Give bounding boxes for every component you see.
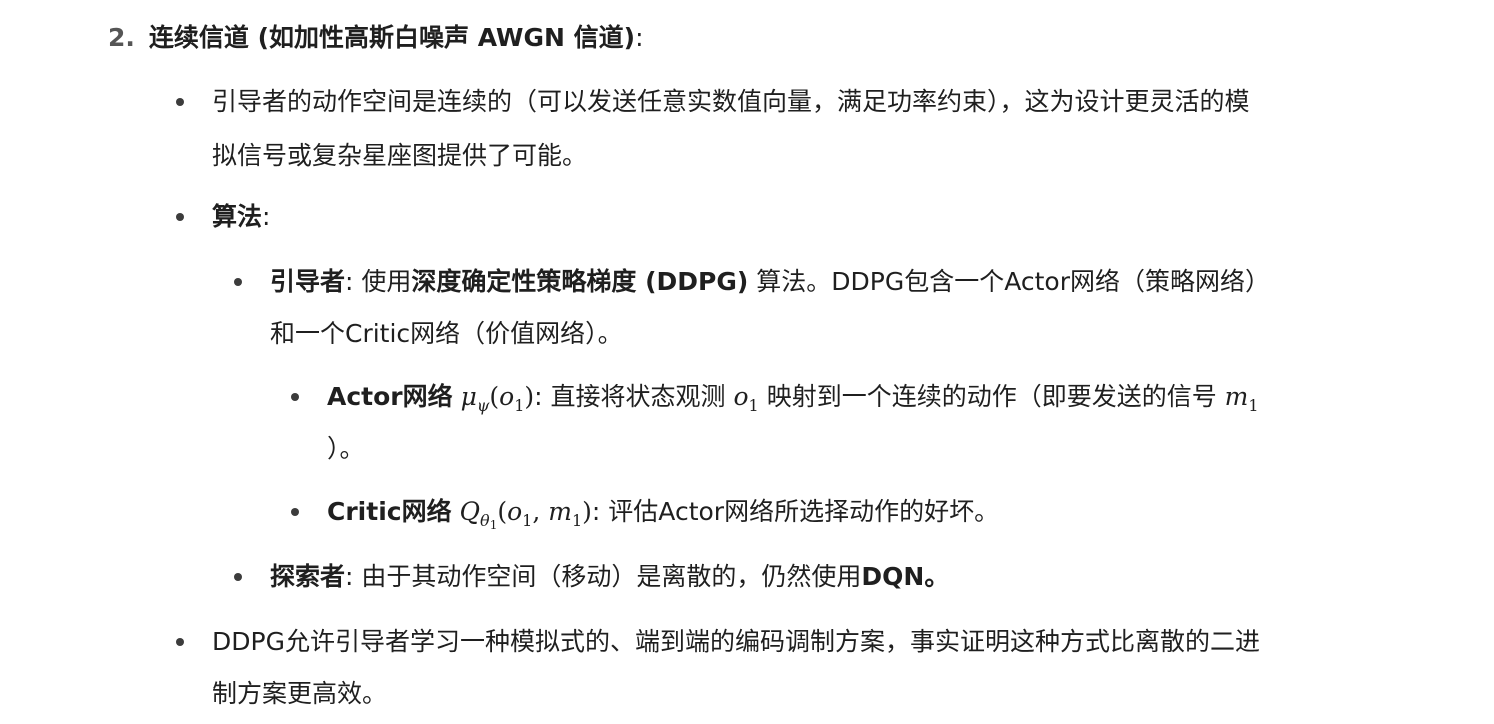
guide-label: 引导者 (270, 267, 346, 296)
guide-colon: : 使用 (345, 267, 412, 296)
actor-line1: Actor网络 μψ(o1): 直接将状态观测 o1 映射到一个连续的动作（即要… (327, 379, 1259, 415)
explorer-text: : 由于其动作空间（移动）是离散的，仍然使用 (345, 562, 862, 591)
sub-bullet-dot (234, 278, 242, 286)
guide-line1: 引导者: 使用深度确定性策略梯度 (DDPG) 算法。DDPG包含一个Actor… (270, 264, 1270, 300)
document-body: 2. 连续信道 (如加性高斯白噪声 AWGN 信道): 引导者的动作空间是连续的… (0, 0, 1494, 724)
section-number: 2. (108, 23, 135, 52)
explorer-line: 探索者: 由于其动作空间（移动）是离散的，仍然使用DQN。 (270, 559, 949, 595)
guide-line2: 和一个Critic网络（价值网络）。 (270, 319, 623, 348)
critic-label: Critic网络 (327, 497, 452, 526)
section-heading: 2. 连续信道 (如加性高斯白噪声 AWGN 信道): (108, 20, 644, 56)
critic-line: Critic网络 Qθ1(o1, m1): 评估Actor网络所选择动作的好坏。 (327, 494, 1000, 532)
bullet-continuous-line2: 拟信号或复杂星座图提供了可能。 (212, 141, 588, 170)
bullet-continuous-line1: 引导者的动作空间是连续的（可以发送任意实数值向量，满足功率约束），这为设计更灵活… (212, 87, 1250, 116)
bullet-dot (176, 98, 184, 106)
critic-formula: Qθ1(o1, m1) (459, 497, 592, 532)
actor-formula: μψ(o1) (460, 382, 535, 415)
critic-text: : 评估Actor网络所选择动作的好坏。 (591, 497, 1000, 526)
algorithm-colon: : (262, 202, 271, 231)
actor-label: Actor网络 (327, 382, 453, 411)
bullet-ddpg-line1: DDPG允许引导者学习一种模拟式的、端到端的编码调制方案，事实证明这种方式比离散… (212, 627, 1260, 656)
bullet-ddpg-line2: 制方案更高效。 (212, 679, 388, 708)
section-title: 连续信道 (如加性高斯白噪声 AWGN 信道) (148, 23, 636, 52)
guide-rest: 算法。DDPG包含一个Actor网络（策略网络） (748, 267, 1270, 296)
explorer-label: 探索者 (270, 562, 346, 591)
sub-bullet-dot (234, 573, 242, 581)
explorer-method: DQN。 (861, 562, 950, 591)
guide-method: 深度确定性策略梯度 (DDPG) (411, 267, 749, 296)
bullet-dot (176, 213, 184, 221)
actor-obs: o1 (733, 382, 759, 415)
subsub-bullet-dot (291, 393, 299, 401)
actor-text2: 映射到一个连续的动作（即要发送的信号 (766, 382, 1217, 411)
section-colon: : (635, 23, 644, 52)
subsub-bullet-dot (291, 508, 299, 516)
actor-signal: m1 (1224, 382, 1259, 415)
actor-line2: ）。 (327, 434, 365, 463)
bullet-algorithm: 算法: (212, 199, 270, 235)
algorithm-label: 算法 (212, 202, 263, 231)
bullet-dot (176, 638, 184, 646)
actor-text1: : 直接将状态观测 (534, 382, 726, 411)
